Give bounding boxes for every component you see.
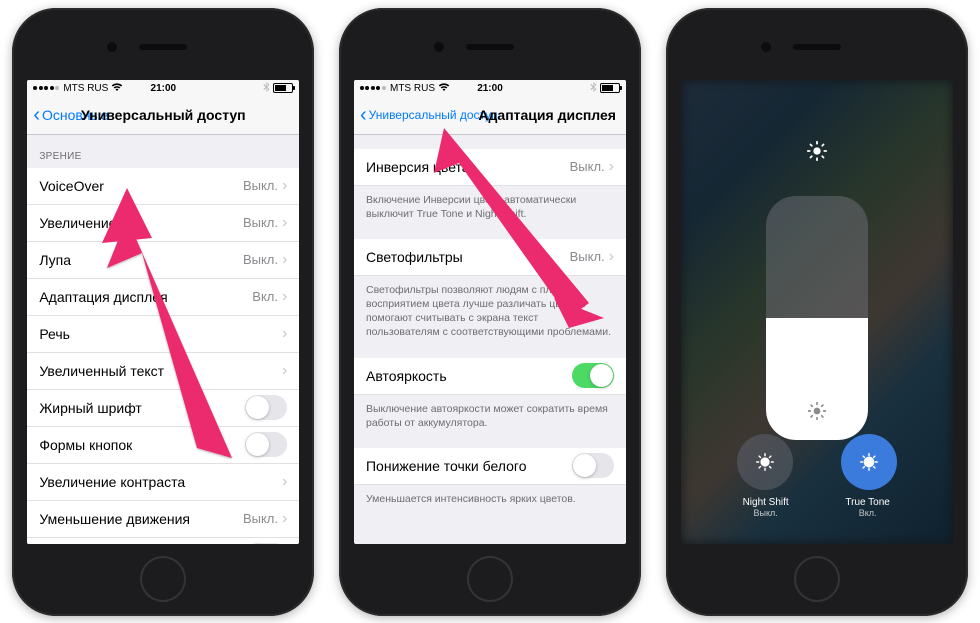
night-shift-label: Night Shift Выкл. (721, 497, 811, 518)
toggle-reduce-white-point[interactable] (572, 453, 614, 478)
row-auto-brightness[interactable]: Автояркость (354, 358, 626, 395)
home-button[interactable] (467, 556, 513, 602)
footer-filters: Светофильтры позволяют людям с плохим во… (354, 276, 626, 344)
row-label: Формы кнопок (39, 437, 245, 453)
row-value: Выкл. (243, 215, 278, 230)
speaker (139, 44, 187, 50)
toggle-onoff-labels[interactable] (245, 543, 287, 544)
speaker (466, 44, 514, 50)
chevron-right-icon: › (282, 177, 287, 195)
row-label: Автояркость (366, 368, 572, 384)
nav-bar: ‹ Универсальный доступ Адаптация дисплея (354, 97, 626, 135)
section-header-vision: ЗРЕНИЕ (27, 135, 299, 168)
time-label: 21:00 (27, 83, 299, 94)
label-text: Night Shift (743, 497, 789, 508)
label-text: True Tone (845, 497, 889, 508)
brightness-slider[interactable] (766, 196, 868, 440)
chevron-left-icon: ‹ (360, 105, 367, 125)
row-label: VoiceOver (39, 178, 243, 194)
phone-display-accommodations: MTS RUS 21:00 ‹ Универсальный доступ Ада… (339, 8, 641, 616)
phone-accessibility: MTS RUS 21:00 ‹ Основные Универсальный д… (12, 8, 314, 616)
row-value: Выкл. (243, 511, 278, 526)
status-bar: MTS RUS 21:00 (27, 80, 299, 97)
row-value: Выкл. (570, 249, 605, 264)
row-larger-text[interactable]: Увеличенный текст › (27, 353, 299, 390)
footer-white: Уменьшается интенсивность ярких цветов. (354, 485, 626, 510)
row-color-filters[interactable]: Светофильтры Выкл. › (354, 239, 626, 276)
settings-list[interactable]: ЗРЕНИЕ VoiceOver Выкл. › Увеличение Выкл… (27, 135, 299, 544)
time-label: 21:00 (354, 83, 626, 94)
bluetooth-icon (590, 82, 597, 95)
row-value: Выкл. (570, 159, 605, 174)
true-tone-button[interactable] (841, 434, 897, 490)
battery-icon (600, 83, 620, 93)
settings-list[interactable]: Инверсия цвета Выкл. › Включение Инверси… (354, 135, 626, 511)
phone-control-center: Night Shift Выкл. True Tone Вкл. (666, 8, 968, 616)
camera (761, 42, 771, 52)
home-button[interactable] (140, 556, 186, 602)
chevron-right-icon: › (282, 510, 287, 528)
night-shift-button[interactable] (737, 434, 793, 490)
label-value: Вкл. (823, 508, 913, 518)
control-center: Night Shift Выкл. True Tone Вкл. (681, 80, 953, 544)
toggle-button-shapes[interactable] (245, 432, 287, 457)
row-zoom[interactable]: Увеличение Выкл. › (27, 205, 299, 242)
row-voiceover[interactable]: VoiceOver Выкл. › (27, 168, 299, 205)
row-value: Выкл. (243, 178, 278, 193)
chevron-right-icon: › (282, 288, 287, 306)
bluetooth-icon (263, 82, 270, 95)
row-label: Речь (39, 326, 282, 342)
row-magnifier[interactable]: Лупа Выкл. › (27, 242, 299, 279)
chevron-right-icon: › (282, 214, 287, 232)
row-label: Светофильтры (366, 249, 570, 265)
screen: MTS RUS 21:00 ‹ Основные Универсальный д… (27, 80, 299, 544)
sun-small-icon (807, 401, 827, 426)
row-label: Инверсия цвета (366, 159, 570, 175)
speaker (793, 44, 841, 50)
row-label: Жирный шрифт (39, 400, 245, 416)
home-button[interactable] (794, 556, 840, 602)
chevron-right-icon: › (282, 362, 287, 380)
chevron-right-icon: › (609, 158, 614, 176)
row-label: Увеличение (39, 215, 243, 231)
row-reduce-white-point[interactable]: Понижение точки белого (354, 448, 626, 485)
chevron-right-icon: › (282, 473, 287, 491)
footer-auto: Выключение автояркости может сократить в… (354, 395, 626, 434)
battery-icon (273, 83, 293, 93)
sun-icon (806, 140, 828, 167)
row-label: Лупа (39, 252, 243, 268)
row-speech[interactable]: Речь › (27, 316, 299, 353)
back-button[interactable]: ‹ Универсальный доступ (354, 105, 498, 125)
chevron-right-icon: › (282, 251, 287, 269)
row-increase-contrast[interactable]: Увеличение контраста › (27, 464, 299, 501)
row-invert-colors[interactable]: Инверсия цвета Выкл. › (354, 149, 626, 186)
row-button-shapes[interactable]: Формы кнопок (27, 427, 299, 464)
row-label: Понижение точки белого (366, 458, 572, 474)
chevron-right-icon: › (609, 248, 614, 266)
toggle-bold-text[interactable] (245, 395, 287, 420)
page-title: Адаптация дисплея (478, 107, 616, 123)
nav-bar: ‹ Основные Универсальный доступ (27, 97, 299, 135)
label-value: Выкл. (721, 508, 811, 518)
row-display-accommodations[interactable]: Адаптация дисплея Вкл. › (27, 279, 299, 316)
screen: Night Shift Выкл. True Tone Вкл. (681, 80, 953, 544)
footer-invert: Включение Инверсии цвета автоматически в… (354, 186, 626, 225)
row-onoff-labels[interactable]: Этикетки Вкл./Выкл. (27, 538, 299, 544)
camera (434, 42, 444, 52)
chevron-right-icon: › (282, 325, 287, 343)
page-title: Универсальный доступ (27, 107, 299, 123)
row-label: Адаптация дисплея (39, 289, 252, 305)
row-label: Увеличение контраста (39, 474, 282, 490)
camera (107, 42, 117, 52)
row-bold-text[interactable]: Жирный шрифт (27, 390, 299, 427)
row-reduce-motion[interactable]: Уменьшение движения Выкл. › (27, 501, 299, 538)
toggle-auto-brightness[interactable] (572, 363, 614, 388)
row-value: Вкл. (252, 289, 278, 304)
row-label: Увеличенный текст (39, 363, 282, 379)
row-value: Выкл. (243, 252, 278, 267)
status-bar: MTS RUS 21:00 (354, 80, 626, 97)
screen: MTS RUS 21:00 ‹ Универсальный доступ Ада… (354, 80, 626, 544)
true-tone-label: True Tone Вкл. (823, 497, 913, 518)
row-label: Уменьшение движения (39, 511, 243, 527)
